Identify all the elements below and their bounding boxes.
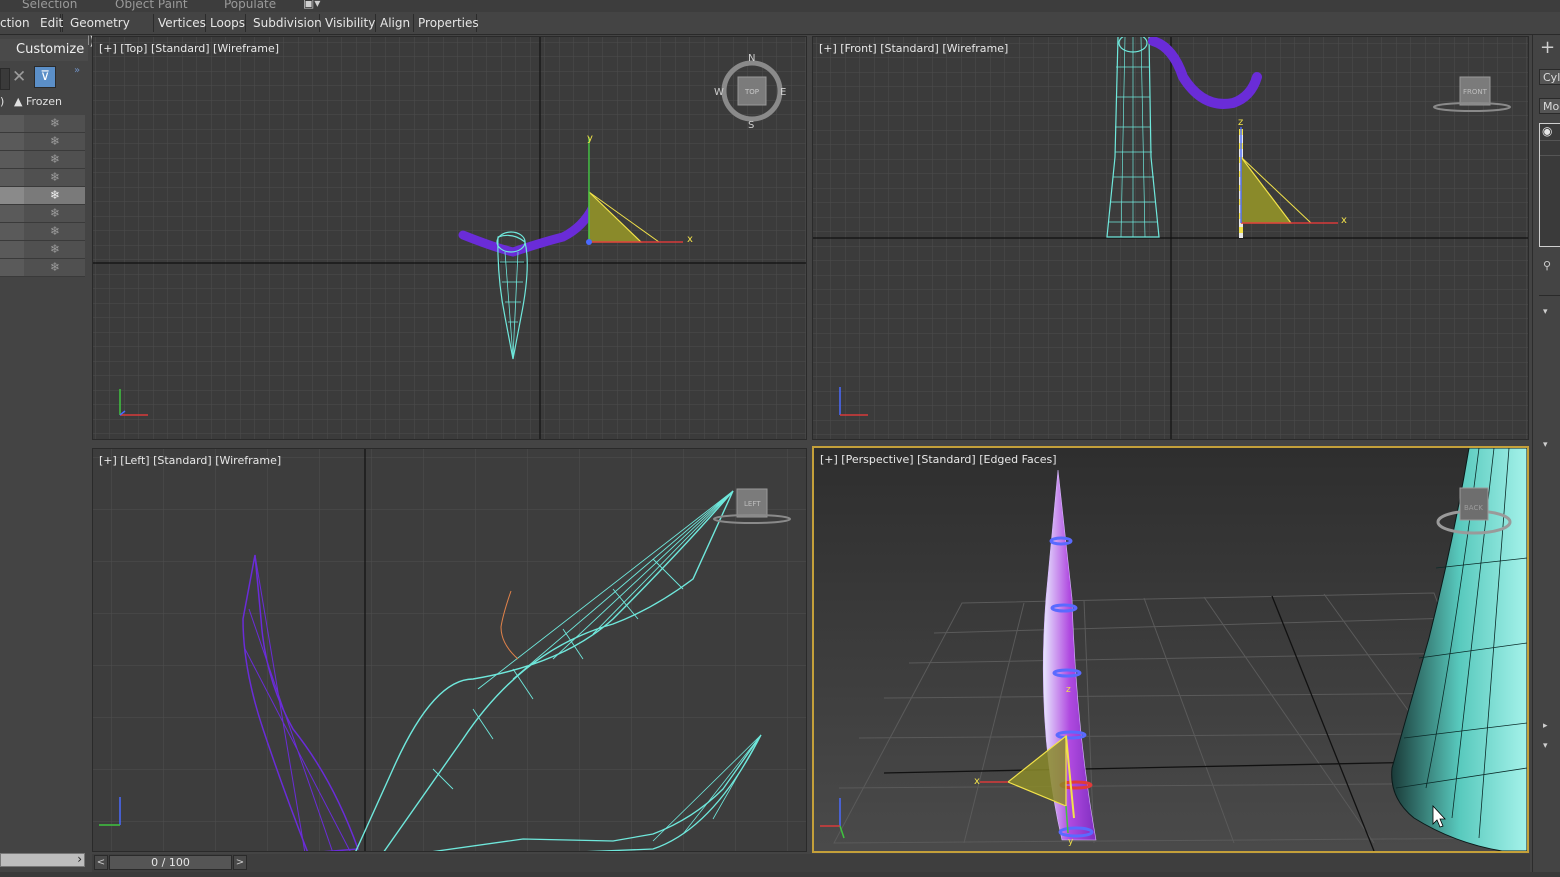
frozen-snowflake-icon[interactable]: ❄ [50, 206, 60, 220]
front-view-canvas: x z FRONT [813, 37, 1528, 439]
viewcube-front-face[interactable]: FRONT [1463, 88, 1488, 96]
frozen-snowflake-icon[interactable]: ❄ [50, 242, 60, 256]
scene-row[interactable]: ❄ [0, 169, 85, 187]
perspective-view-canvas: x z y BACK [814, 448, 1527, 851]
rollout-collapse-icon-3[interactable]: ▾ [1543, 741, 1548, 751]
light-axis-x: x [687, 234, 693, 245]
modeling-menubar: ction Edit Geometry (All) Vertices Loops… [0, 12, 1560, 48]
modifier-list-dropdown[interactable]: Moc [1539, 98, 1560, 114]
ribbon-options-icon[interactable]: ▣▾ [303, 0, 320, 10]
left-view-canvas: LEFT [93, 449, 806, 851]
compass-n: N [748, 53, 755, 64]
frozen-snowflake-icon[interactable]: ❄ [50, 152, 60, 166]
scene-row[interactable]: ❄ [0, 241, 85, 259]
track-bar[interactable] [0, 872, 1560, 877]
scene-row[interactable]: ❄ [0, 133, 85, 151]
compass-e: E [780, 87, 786, 98]
viewcube-back-face[interactable]: BACK [1464, 504, 1483, 512]
explorer-scrollbar[interactable]: › [0, 852, 85, 867]
light-axis-x: x [1341, 215, 1347, 226]
menu-properties[interactable]: Properties [414, 14, 479, 32]
scroll-right-icon[interactable]: › [77, 852, 82, 866]
time-prev-button[interactable]: < [94, 855, 108, 870]
scene-explorer: Customize ✕ ⊽ » ) ▲ Frozen ❄ ❄ ❄ ❄ ❄ ❄ ❄… [0, 35, 88, 877]
viewport-front[interactable]: x z FRONT [+] [Front] [Standard] [Wirefr… [812, 36, 1529, 440]
viewport-label-left[interactable]: [+] [Left] [Standard] [Wireframe] [99, 454, 281, 467]
scene-row-selected[interactable]: ❄ [0, 187, 85, 205]
customize-menu[interactable]: Customize [0, 39, 88, 61]
viewport-perspective[interactable]: x z y BACK [+] [Perspective] [Standard] … [812, 446, 1529, 853]
light-axis-x: x [974, 776, 980, 787]
frozen-snowflake-icon[interactable]: ❄ [50, 134, 60, 148]
menu-vertices[interactable]: Vertices [154, 14, 206, 32]
scene-row[interactable]: ❄ [0, 223, 85, 241]
frozen-snowflake-icon[interactable]: ❄ [50, 116, 60, 130]
filter-icon[interactable]: ⊽ [34, 66, 56, 88]
rollout-expand-icon[interactable]: ▸ [1543, 721, 1548, 731]
viewport-left[interactable]: LEFT [+] [Left] [Standard] [Wireframe] [92, 448, 807, 852]
ribbon-tab-populate[interactable]: Populate [224, 0, 276, 11]
time-slider-bar: < 0 / 100 > [92, 854, 1530, 872]
ribbon-tabs: Selection Object Paint Populate ▣▾ [0, 0, 1560, 12]
rollout-collapse-icon[interactable]: ▾ [1543, 307, 1548, 317]
column-left-header: ) [0, 95, 5, 108]
frozen-header-label: ▲ Frozen [14, 95, 63, 108]
menu-visibility[interactable]: Visibility [321, 14, 376, 32]
light-axis-y: y [1068, 837, 1074, 847]
rollout-collapse-icon-2[interactable]: ▾ [1543, 440, 1548, 450]
compass-w: W [714, 87, 724, 98]
viewcube-left-face[interactable]: LEFT [744, 500, 761, 508]
light-axis-z: z [1238, 117, 1243, 128]
clear-filter-icon[interactable]: ✕ [12, 67, 26, 87]
ribbon-tab-selection[interactable]: Selection [22, 0, 77, 11]
scene-explorer-toolbar: ✕ ⊽ » [0, 65, 88, 93]
scene-row[interactable]: ❄ [0, 115, 85, 133]
scene-row[interactable]: ❄ [0, 259, 85, 277]
command-panel: + Cyli Moc ◉ ⚲ ▾ ▾ ▸ ▾ [1532, 35, 1560, 877]
frozen-snowflake-icon[interactable]: ❄ [50, 170, 60, 184]
time-slider-thumb[interactable]: 0 / 100 [109, 855, 232, 870]
scene-row[interactable]: ❄ [0, 151, 85, 169]
viewcube-top-face[interactable]: TOP [744, 88, 759, 96]
time-next-button[interactable]: > [233, 855, 247, 870]
menu-loops[interactable]: Loops [206, 14, 246, 32]
frozen-column-header[interactable]: ) ▲ Frozen [0, 95, 88, 109]
top-view-canvas: x y TOP N S E W [93, 37, 806, 439]
frozen-snowflake-icon[interactable]: ❄ [50, 260, 60, 274]
viewport-label-front[interactable]: [+] [Front] [Standard] [Wireframe] [819, 42, 1008, 55]
expand-icon[interactable]: » [74, 65, 80, 76]
compass-s: S [748, 120, 754, 131]
viewport-label-top[interactable]: [+] [Top] [Standard] [Wireframe] [99, 42, 279, 55]
ribbon-tab-object-paint[interactable]: Object Paint [115, 0, 188, 11]
viewport-label-perspective[interactable]: [+] [Perspective] [Standard] [Edged Face… [820, 453, 1057, 466]
menu-align[interactable]: Align [376, 14, 414, 32]
light-axis-y: y [587, 133, 593, 144]
menu-subdivision[interactable]: Subdivision [249, 14, 322, 32]
frozen-snowflake-icon[interactable]: ❄ [50, 224, 60, 238]
eye-icon[interactable]: ◉ [1542, 124, 1552, 138]
search-field[interactable] [0, 68, 10, 90]
create-plus-icon[interactable]: + [1540, 37, 1555, 58]
viewport-top[interactable]: x y TOP N S E W [+] [Top] [Standard] [Wi… [92, 36, 807, 440]
object-name-field[interactable]: Cyli [1539, 69, 1560, 85]
menu-geometry-all[interactable]: Geometry (All) [66, 14, 154, 48]
scene-row[interactable]: ❄ [0, 205, 85, 223]
light-axis-z: z [1066, 685, 1071, 695]
frozen-snowflake-icon[interactable]: ❄ [50, 188, 60, 202]
pin-stack-icon[interactable]: ⚲ [1543, 259, 1551, 272]
modifier-stack[interactable]: ◉ [1539, 123, 1560, 247]
menu-edit[interactable]: Edit [36, 14, 63, 32]
